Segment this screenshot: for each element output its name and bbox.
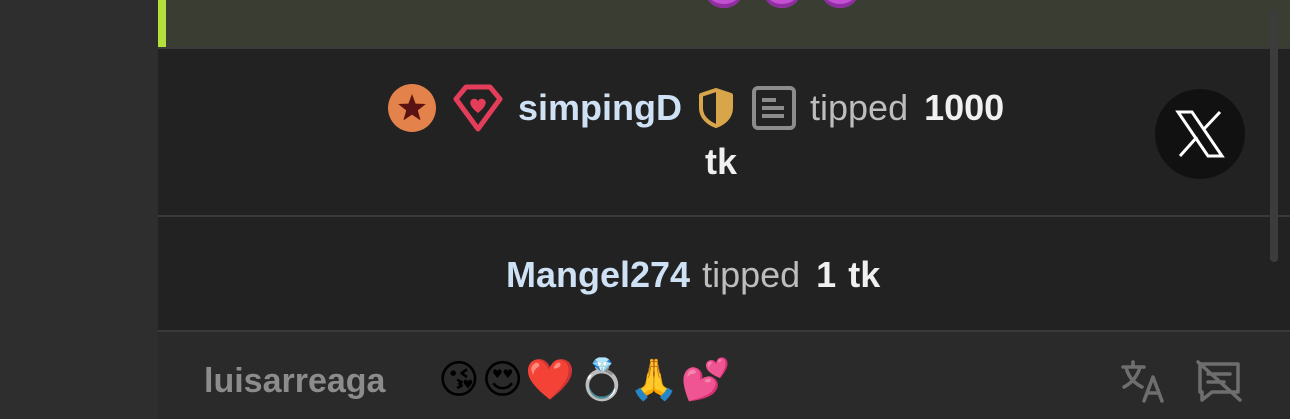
left-rail: [0, 0, 158, 419]
purple-emoji: [822, 0, 858, 8]
diamond-heart-icon: [450, 83, 506, 133]
document-icon: [750, 84, 798, 132]
chat-message-text: 😘😍❤️💍🙏💕: [438, 358, 733, 402]
chat-scrollbar[interactable]: [1270, 10, 1278, 262]
translate-icon[interactable]: [1118, 356, 1168, 406]
tip-line: Mangel274 tipped 1 tk: [506, 254, 880, 296]
highlighted-message: [158, 0, 1290, 47]
tip-unit: tk: [705, 141, 738, 182]
tip-verb: tipped: [702, 254, 801, 295]
purple-emoji: [706, 0, 742, 8]
shield-icon: [696, 86, 736, 130]
cut-off-emojis: [706, 0, 858, 8]
chat-panel: simpingD tipped 1000 tk Mangel274 tipped…: [158, 0, 1290, 419]
highlight-accent-bar: [158, 0, 166, 47]
chat-message-row: luisarreaga 😘😍❤️💍🙏💕: [158, 332, 1290, 419]
tip-verb: tipped: [810, 87, 909, 128]
hide-chat-icon[interactable]: [1194, 356, 1244, 406]
tip-notification: Mangel274 tipped 1 tk: [158, 217, 1290, 330]
purple-emoji: [764, 0, 800, 8]
tip-notification: simpingD tipped 1000 tk: [158, 49, 1290, 215]
tip-unit: tk: [848, 254, 881, 295]
chat-username[interactable]: luisarreaga: [204, 362, 385, 401]
star-badge-icon: [386, 82, 438, 134]
tip-line: simpingD tipped 1000: [386, 82, 1004, 134]
tip-amount: 1: [816, 254, 837, 295]
tipper-username[interactable]: simpingD: [518, 87, 682, 129]
tip-amount: 1000: [924, 87, 1005, 128]
tipper-username[interactable]: Mangel274: [506, 254, 690, 296]
x-logo-icon[interactable]: [1155, 89, 1245, 179]
